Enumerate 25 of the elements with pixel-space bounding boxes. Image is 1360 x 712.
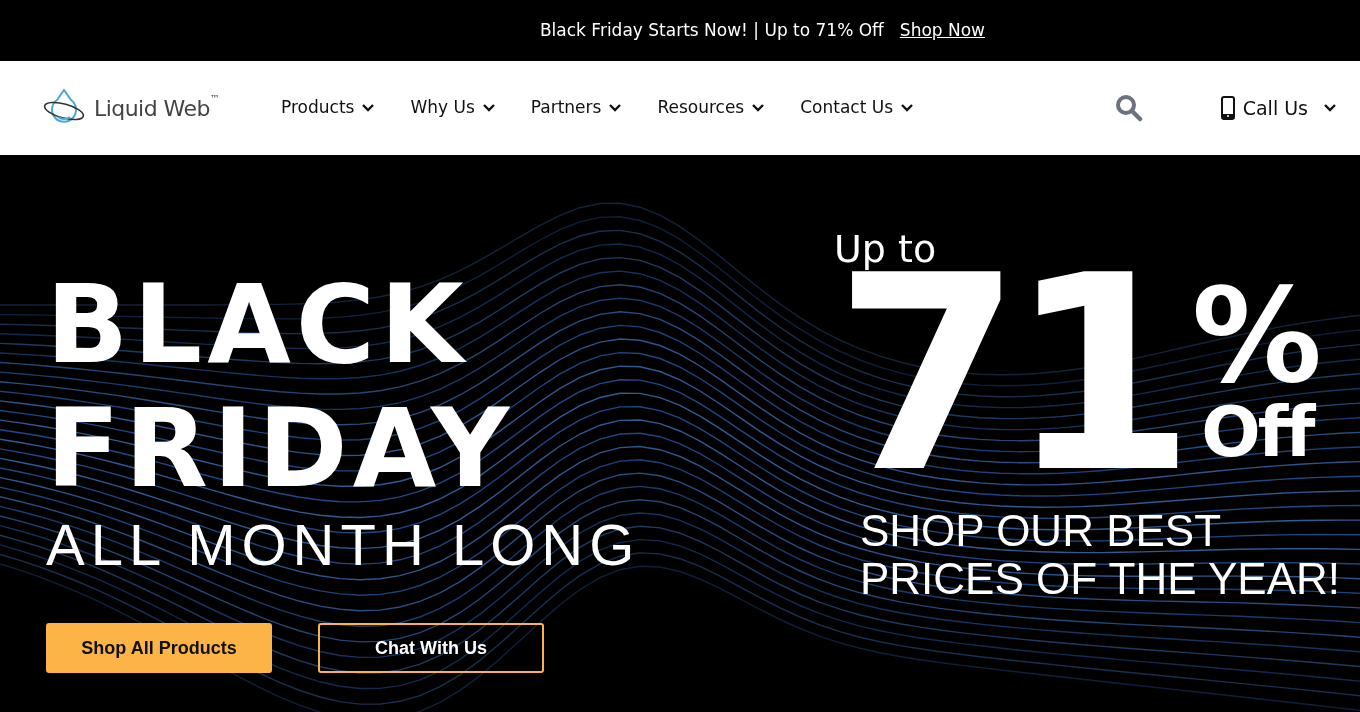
offer-prefix: Up to xyxy=(834,227,937,271)
nav-menu-item[interactable]: Resources xyxy=(657,95,765,121)
search-button[interactable] xyxy=(1114,94,1143,122)
chevron-down-icon xyxy=(609,104,622,112)
chevron-down-icon xyxy=(752,104,765,112)
logo[interactable]: Liquid Web$^{™}$ xyxy=(42,87,281,129)
chat-button[interactable]: Chat With Us xyxy=(318,623,544,673)
nav-menu-item[interactable]: Why Us xyxy=(410,95,495,121)
chevron-down-icon xyxy=(1324,104,1336,112)
nav-menu-item[interactable]: Contact Us xyxy=(800,95,914,121)
chevron-down-icon xyxy=(482,104,495,112)
nav-menu-item[interactable]: Partners xyxy=(530,95,622,121)
percent-sign: % xyxy=(1191,271,1322,401)
call-us-menu[interactable]: Call Us xyxy=(1220,93,1336,123)
nav-menu-item[interactable]: Products xyxy=(281,95,375,121)
search-icon xyxy=(1114,94,1143,122)
shop-now-link[interactable]: Shop Now xyxy=(899,17,986,44)
chevron-down-icon xyxy=(901,104,914,112)
hero-headline: BLACK xyxy=(46,263,469,387)
logo-text: Liquid Web$^{™}$ xyxy=(94,92,220,123)
shop-products-button[interactable]: Shop All Products xyxy=(46,623,272,673)
off-label: Off xyxy=(1201,401,1313,463)
promo-text: Black Friday Starts Now! | Up to 71% Off xyxy=(539,18,884,42)
chevron-down-icon xyxy=(362,104,375,112)
mobile-phone-icon xyxy=(1220,96,1235,120)
